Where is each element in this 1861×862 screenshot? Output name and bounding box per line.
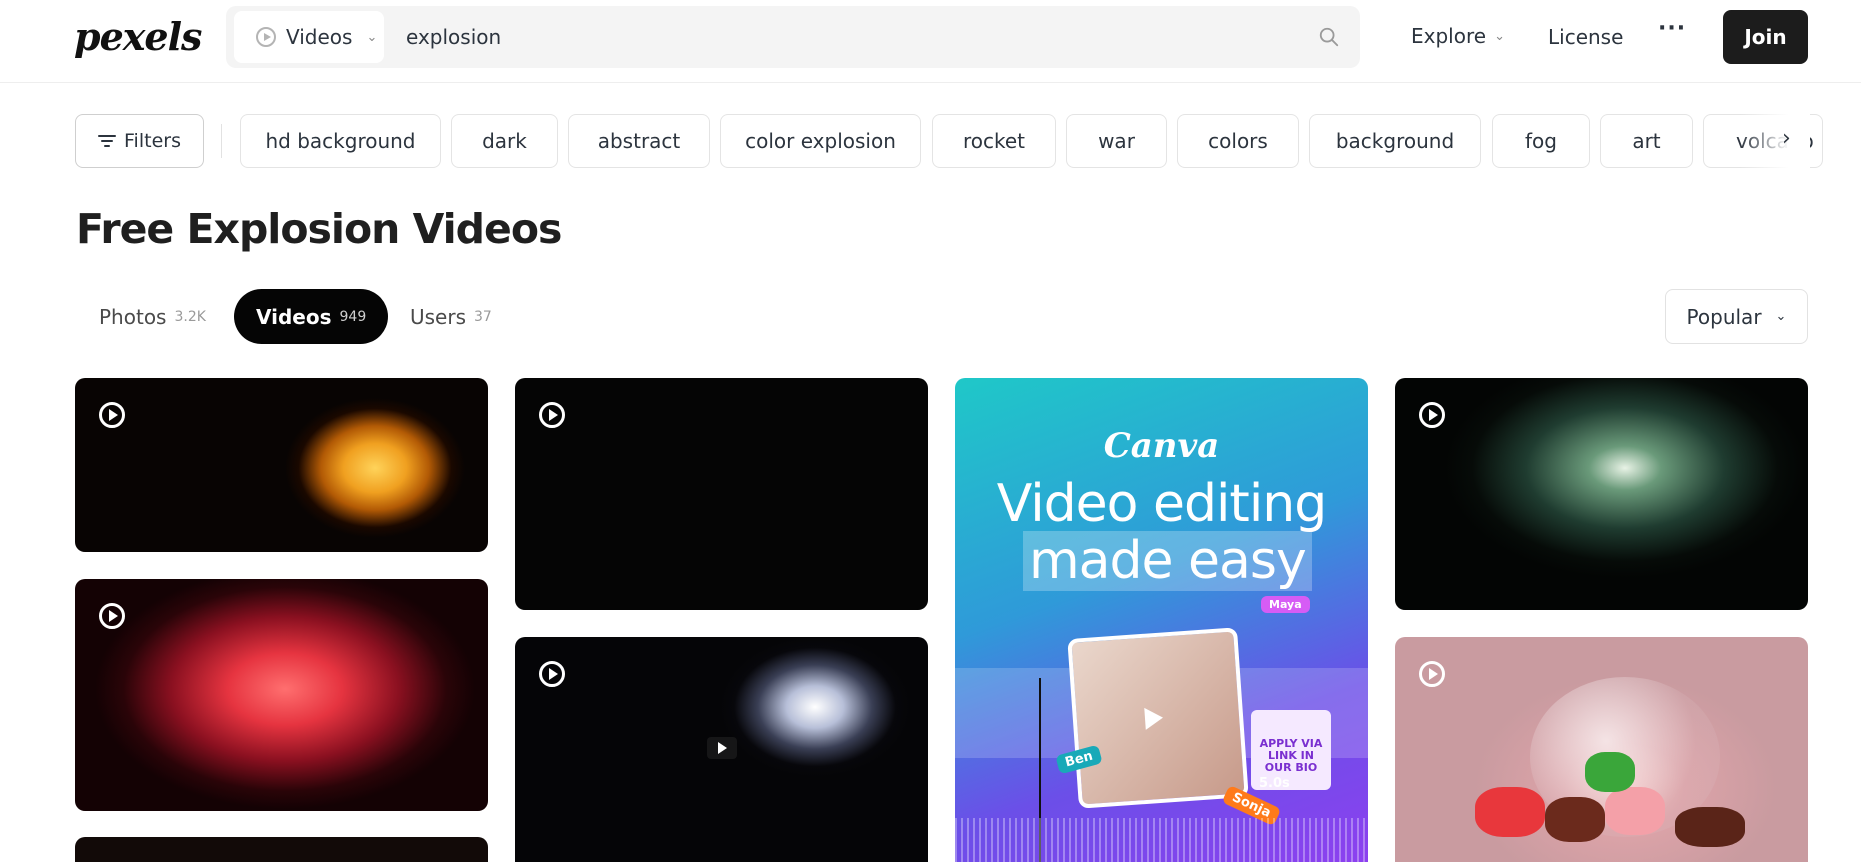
play-circle-icon — [539, 661, 565, 687]
video-thumbnail-dark[interactable] — [515, 378, 928, 610]
explore-menu[interactable]: Explore ⌄ — [1411, 24, 1505, 48]
filters-button[interactable]: Filters — [75, 114, 204, 168]
tab-count: 37 — [474, 308, 492, 325]
filter-lines-icon — [98, 134, 117, 148]
join-button[interactable]: Join — [1723, 10, 1808, 64]
chevron-down-icon: ⌄ — [1494, 28, 1505, 44]
chip-colors[interactable]: colors — [1177, 114, 1299, 168]
candy — [1585, 752, 1635, 792]
pexels-logo[interactable]: pexels — [74, 14, 202, 59]
chip-art[interactable]: art — [1600, 114, 1693, 168]
candy — [1605, 787, 1665, 835]
play-circle-icon — [539, 402, 565, 428]
video-thumbnail-candy-jar[interactable] — [1395, 637, 1808, 862]
play-circle-icon — [99, 402, 125, 428]
video-preview-frame — [1067, 627, 1249, 809]
clip-duration: 5.0s — [1259, 776, 1290, 791]
canva-logo: Canva — [1103, 426, 1220, 466]
search-bar: Videos ⌄ — [226, 6, 1360, 68]
collaborator-tag-maya: Maya — [1261, 596, 1310, 613]
candy — [1545, 797, 1605, 842]
video-thumbnail-red-fireworks[interactable] — [75, 579, 488, 811]
tab-count: 949 — [339, 308, 367, 325]
tab-label: Users — [410, 304, 467, 329]
ad-headline-line-1: Video editing — [996, 474, 1327, 534]
tab-users[interactable]: Users 37 — [388, 289, 514, 344]
chip-dark[interactable]: dark — [451, 114, 558, 168]
play-button-icon[interactable] — [707, 737, 737, 759]
video-thumbnail-partial[interactable] — [75, 837, 488, 862]
search-type-dropdown[interactable]: Videos ⌄ — [234, 11, 384, 63]
tab-photos[interactable]: Photos 3.2K — [77, 289, 228, 344]
video-thumbnail-fireball[interactable] — [75, 378, 488, 552]
chevron-right-icon[interactable]: › — [1782, 126, 1791, 151]
explore-label: Explore — [1411, 24, 1487, 48]
chip-hd-background[interactable]: hd background — [240, 114, 441, 168]
chip-fog[interactable]: fog — [1492, 114, 1590, 168]
tab-label: Videos — [256, 304, 332, 329]
candy — [1675, 807, 1745, 847]
license-link[interactable]: License — [1548, 25, 1623, 49]
search-input[interactable] — [406, 18, 1266, 56]
chip-abstract[interactable]: abstract — [568, 114, 710, 168]
filters-label: Filters — [124, 130, 181, 152]
top-header: pexels Videos ⌄ Explore ⌄ License ··· Jo… — [0, 0, 1861, 83]
video-thumbnail-green-fireworks[interactable] — [1395, 378, 1808, 610]
more-menu-icon[interactable]: ··· — [1658, 16, 1686, 41]
chevron-down-icon: ⌄ — [1775, 309, 1787, 324]
play-circle-icon — [99, 603, 125, 629]
chip-scroll-fade — [1740, 112, 1810, 170]
chip-war[interactable]: war — [1066, 114, 1167, 168]
play-circle-icon — [1419, 402, 1445, 428]
tab-count: 3.2K — [174, 308, 206, 325]
tab-label: Photos — [99, 304, 167, 329]
candy — [1475, 787, 1545, 837]
page-title: Free Explosion Videos — [76, 205, 562, 253]
chip-color-explosion[interactable]: color explosion — [720, 114, 921, 168]
chevron-down-icon: ⌄ — [366, 29, 378, 45]
canva-ad-card[interactable]: Canva Video editing made easy Maya APPLY… — [955, 378, 1368, 862]
ad-headline-line-2: made easy — [1023, 531, 1312, 591]
search-icon[interactable] — [1318, 26, 1340, 48]
sort-dropdown[interactable]: Popular ⌄ — [1665, 289, 1808, 344]
play-circle-icon — [1419, 661, 1445, 687]
play-circle-icon — [256, 27, 276, 47]
chip-divider — [221, 124, 222, 158]
sort-label: Popular — [1686, 304, 1762, 329]
video-thumbnail-white-fireworks[interactable] — [515, 637, 928, 862]
audio-waveform — [955, 818, 1368, 862]
chip-background[interactable]: background — [1309, 114, 1481, 168]
search-type-label: Videos — [286, 25, 353, 49]
chip-rocket[interactable]: rocket — [932, 114, 1056, 168]
tab-videos[interactable]: Videos 949 — [234, 289, 389, 344]
